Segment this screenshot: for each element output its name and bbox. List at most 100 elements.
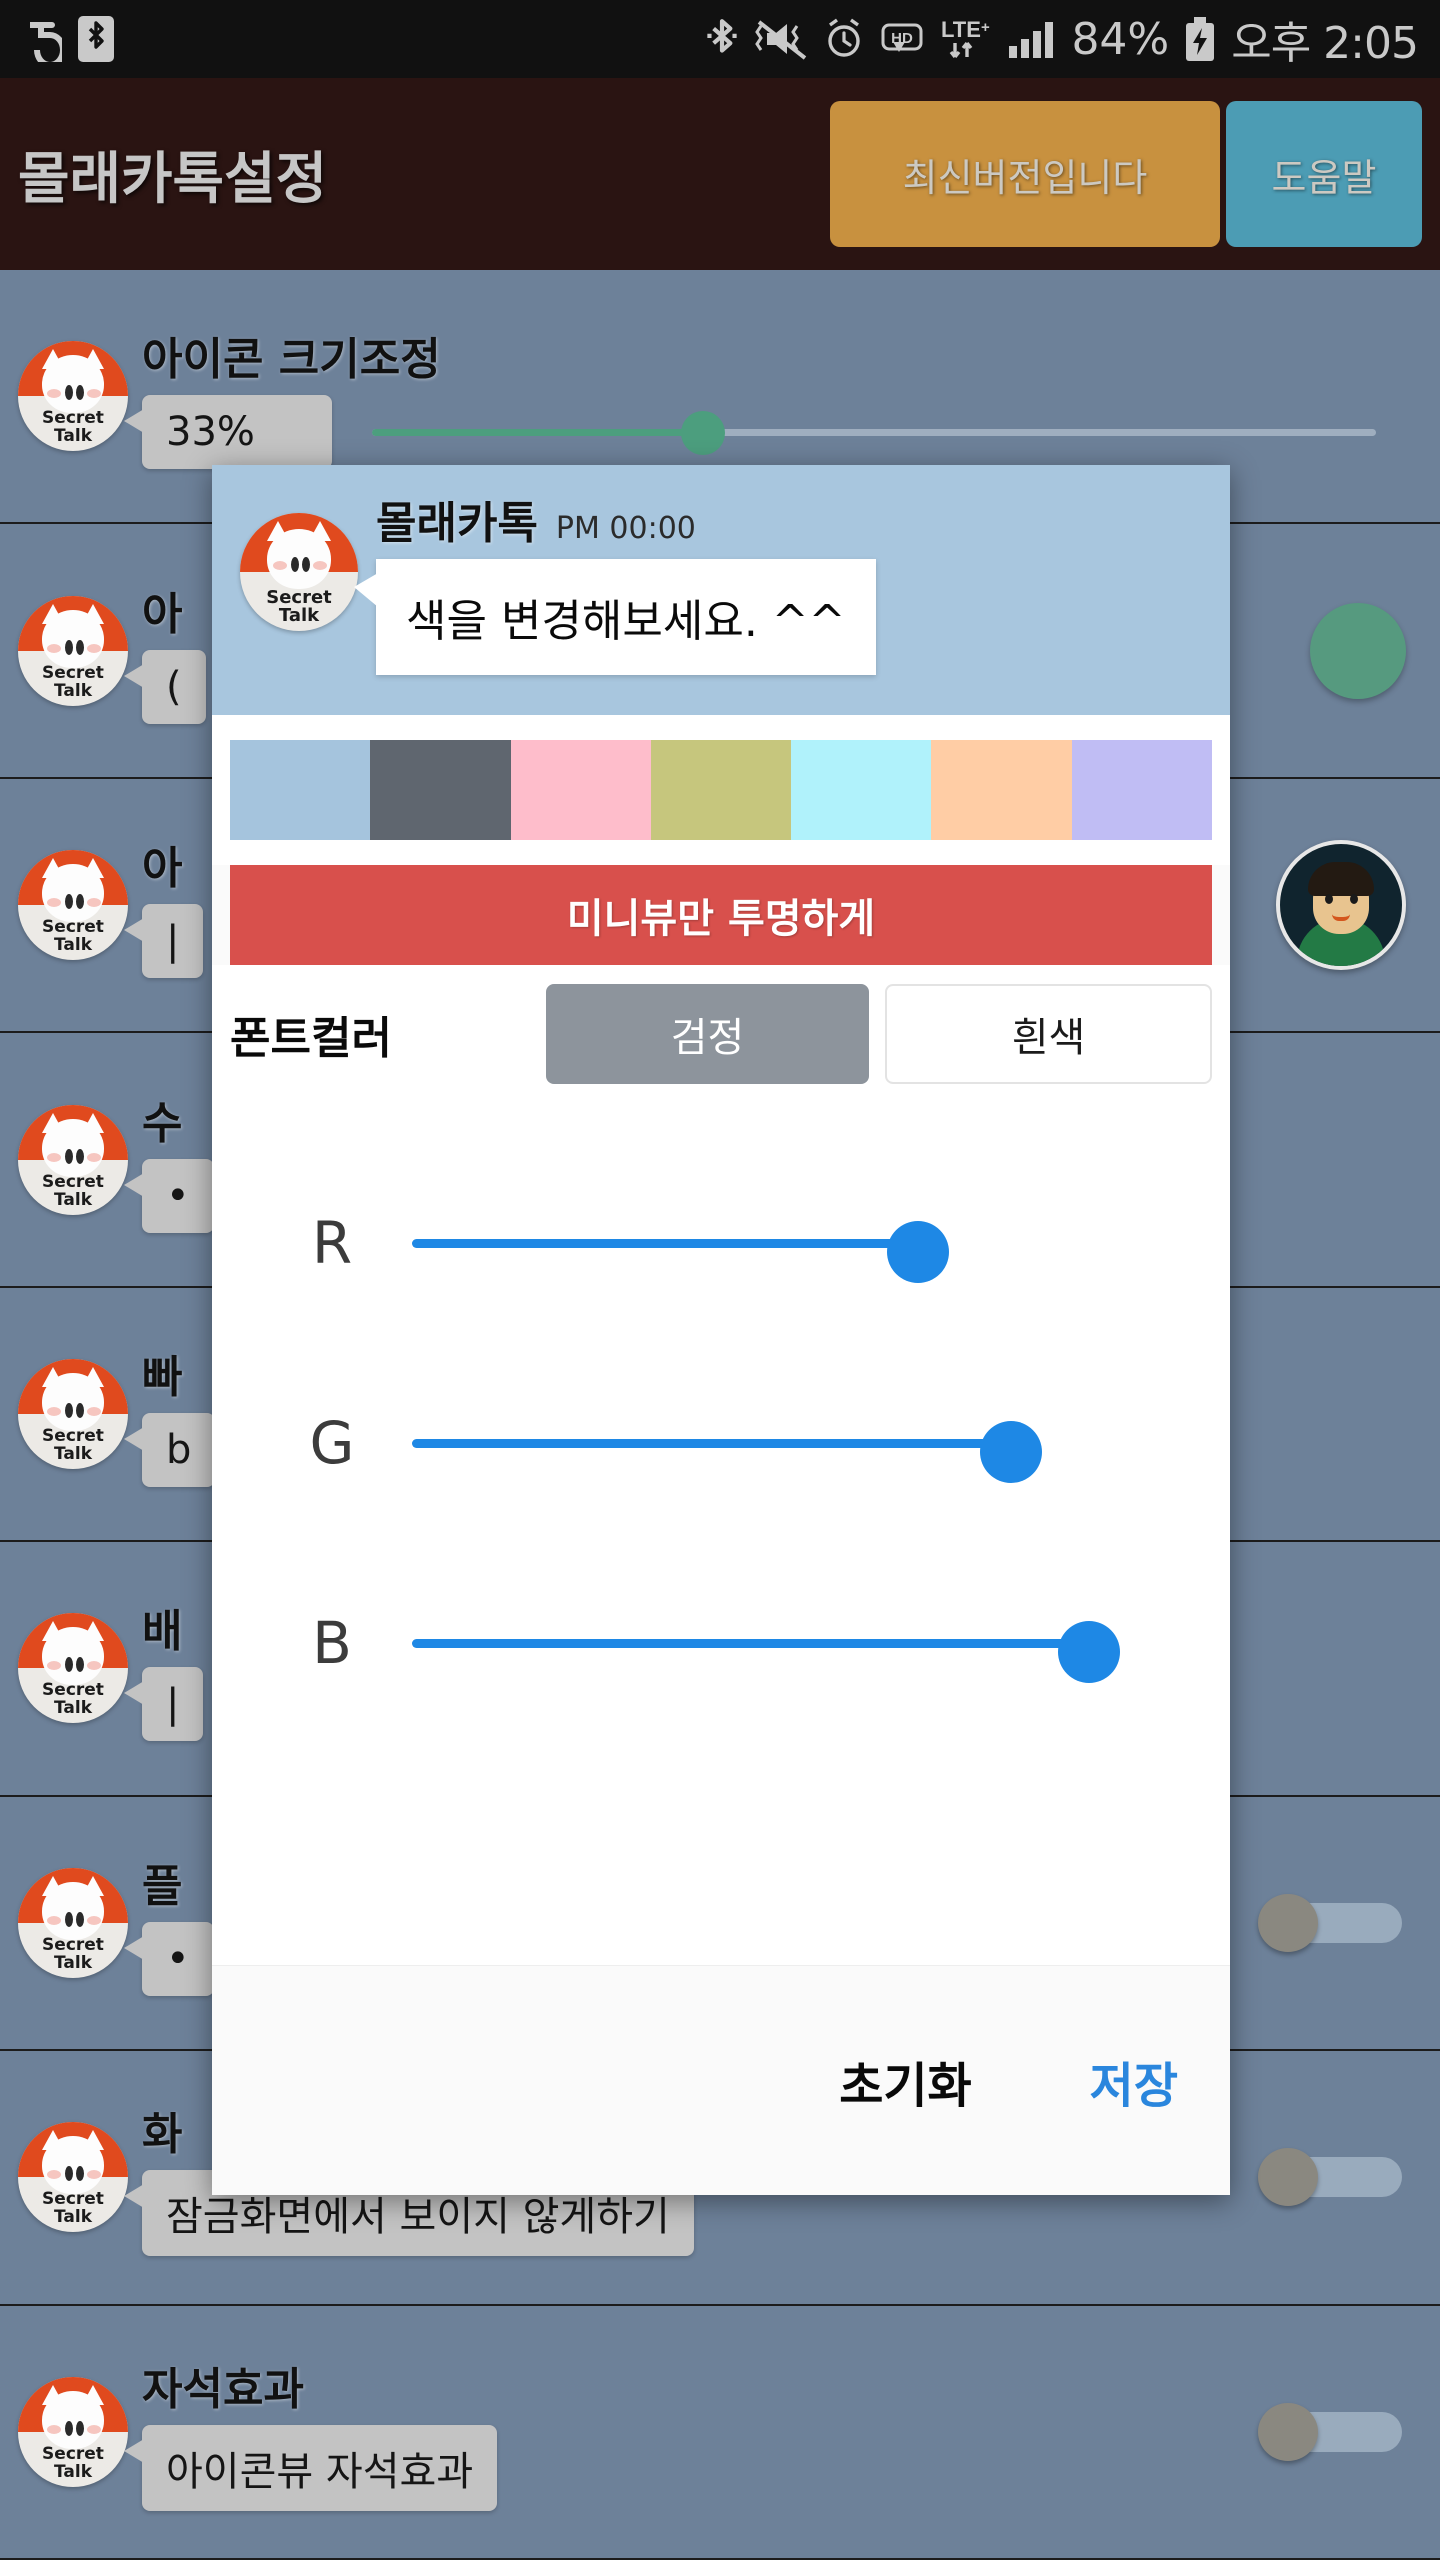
preview-message-bubble: 색을 변경해보세요. ^^	[354, 559, 876, 675]
hd-icon: HD	[879, 16, 925, 62]
swatch-slate-gray[interactable]	[370, 740, 511, 840]
app-glyph-icon	[22, 16, 62, 62]
font-color-label: 폰트컬러	[230, 1013, 392, 1064]
color-picker-dialog: Secret Talk 몰래카톡 PM 00:00 색을 변경해보세요. ^^ 미…	[212, 465, 1230, 2195]
dialog-preview-pane: Secret Talk 몰래카톡 PM 00:00 색을 변경해보세요. ^^	[212, 465, 1230, 715]
reset-button[interactable]: 초기화	[839, 2046, 971, 2116]
settings-row-title: 아이콘 크기조정	[142, 334, 441, 386]
settings-row-bubble[interactable]: (	[124, 649, 206, 724]
settings-row-bubble[interactable]: b	[123, 1412, 216, 1487]
rgb-channel-label-b: B	[312, 1609, 352, 1677]
font-color-white-button[interactable]: 흰색	[885, 984, 1212, 1084]
header-buttons: 최신버전입니다 도움말	[830, 101, 1422, 247]
help-button[interactable]: 도움말	[1226, 101, 1422, 247]
swatch-pink[interactable]	[510, 740, 651, 840]
bluetooth-icon	[703, 16, 741, 62]
settings-toggle[interactable]	[1258, 1893, 1406, 1952]
rgb-channel-label-g: G	[309, 1409, 355, 1477]
rgb-channel-row: B	[212, 1543, 1230, 1743]
settings-row-bubble[interactable]: |	[123, 1667, 204, 1742]
settings-row-control	[1258, 2148, 1440, 2207]
save-button[interactable]: 저장	[1090, 2046, 1178, 2116]
settings-row-control	[1258, 2402, 1440, 2461]
status-bar-right-icons: HD LTE + 84% 오후 2:05	[703, 7, 1419, 71]
secret-talk-icon: Secret Talk	[18, 1104, 128, 1215]
secret-talk-icon-label: Secret Talk	[42, 1425, 104, 1464]
secret-talk-icon: Secret Talk	[18, 2122, 128, 2233]
secret-talk-icon-label: Secret Talk	[42, 662, 104, 701]
secret-talk-icon-label: Secret Talk	[42, 1934, 104, 1973]
svg-text:+: +	[981, 19, 990, 36]
swatch-light-blue[interactable]	[230, 740, 371, 840]
battery-percent-label: 84%	[1071, 13, 1170, 65]
secret-talk-icon-label: Secret Talk	[266, 587, 332, 626]
swatch-peach[interactable]	[931, 740, 1072, 840]
svg-text:LTE: LTE	[941, 17, 981, 42]
icon-size-value-bubble: 33%	[124, 395, 332, 470]
settings-row-body: 자석효과아이콘뷰 자석효과	[123, 2353, 1258, 2511]
secret-talk-icon-label: Secret Talk	[42, 1680, 104, 1719]
settings-row-bubble[interactable]: 아이콘뷰 자석효과	[123, 2424, 498, 2511]
mute-vibrate-icon	[755, 16, 809, 62]
lte-plus-icon: LTE +	[939, 15, 993, 63]
icon-size-slider-row: 33%	[124, 395, 1406, 470]
status-bar: HD LTE + 84% 오후 2:05	[0, 0, 1440, 78]
page-title: 몰래카톡설정	[18, 146, 328, 212]
settings-row-bubble[interactable]: •	[124, 1921, 214, 1996]
icon-size-slider[interactable]	[372, 402, 1376, 462]
battery-charging-icon	[1183, 15, 1217, 63]
preview-timestamp: PM 00:00	[555, 511, 696, 546]
settings-row-control	[1276, 840, 1440, 971]
bluetooth-boxed-icon	[78, 16, 114, 62]
preview-message-block: 몰래카톡 PM 00:00 색을 변경해보세요. ^^	[354, 487, 876, 675]
secret-talk-icon: Secret Talk	[18, 1358, 128, 1469]
swatch-khaki[interactable]	[650, 740, 792, 840]
secret-talk-icon-label: Secret Talk	[42, 2189, 104, 2228]
settings-row-title: 자석효과	[142, 2363, 304, 2415]
rgb-slider-r[interactable]	[412, 1193, 1190, 1293]
secret-talk-icon: Secret Talk	[18, 341, 128, 452]
rgb-slider-pane: R G B	[212, 1103, 1230, 1965]
secret-talk-icon: Secret Talk	[18, 850, 128, 961]
alarm-icon	[823, 16, 865, 62]
swatch-lavender[interactable]	[1071, 740, 1212, 840]
settings-row-control	[1310, 602, 1440, 699]
secret-talk-icon-label: Secret Talk	[42, 2443, 104, 2482]
font-color-row: 폰트컬러 검정 흰색	[212, 965, 1230, 1103]
secret-talk-icon-label: Secret Talk	[42, 917, 104, 956]
secret-talk-icon: Secret Talk	[18, 1613, 128, 1724]
settings-row-bubble[interactable]: •	[124, 1158, 214, 1233]
rgb-channel-row: G	[212, 1343, 1230, 1543]
rgb-slider-b[interactable]	[412, 1593, 1190, 1693]
preview-header: 몰래카톡 PM 00:00	[376, 487, 876, 551]
rgb-channel-row: R	[212, 1143, 1230, 1343]
svg-text:HD: HD	[892, 30, 914, 47]
secret-talk-icon: Secret Talk	[18, 2376, 128, 2487]
clock-label: 오후 2:05	[1231, 18, 1419, 69]
settings-row-bubble[interactable]: |	[123, 904, 204, 979]
version-status-button[interactable]: 최신버전입니다	[830, 101, 1220, 247]
color-preview-circle[interactable]	[1310, 602, 1406, 699]
settings-row[interactable]: Secret Talk 자석효과아이콘뷰 자석효과	[0, 2306, 1440, 2560]
font-color-black-button[interactable]: 검정	[546, 984, 869, 1084]
dialog-action-bar: 초기화 저장	[212, 1965, 1230, 2195]
color-swatch-row	[212, 715, 1230, 865]
avatar[interactable]	[1276, 840, 1406, 971]
settings-row-body: 아이콘 크기조정 33%	[124, 323, 1406, 470]
settings-toggle[interactable]	[1258, 2402, 1406, 2461]
app-header: 몰래카톡설정 최신버전입니다 도움말	[0, 78, 1440, 270]
settings-row-control	[1258, 1893, 1440, 1952]
settings-toggle[interactable]	[1258, 2148, 1406, 2207]
secret-talk-icon: Secret Talk	[240, 513, 358, 631]
status-bar-left-icons	[22, 16, 114, 62]
secret-talk-icon-label: Secret Talk	[42, 1171, 104, 1210]
secret-talk-icon: Secret Talk	[18, 595, 128, 706]
swatch-cyan[interactable]	[791, 740, 932, 840]
transparent-miniview-button[interactable]: 미니뷰만 투명하게	[230, 865, 1212, 965]
secret-talk-icon-label: Secret Talk	[42, 408, 104, 447]
preview-sender-name: 몰래카톡	[376, 498, 538, 549]
rgb-slider-g[interactable]	[412, 1393, 1190, 1493]
secret-talk-icon: Secret Talk	[18, 1867, 128, 1978]
rgb-channel-label-r: R	[311, 1209, 353, 1277]
signal-bars-icon	[1007, 16, 1057, 62]
